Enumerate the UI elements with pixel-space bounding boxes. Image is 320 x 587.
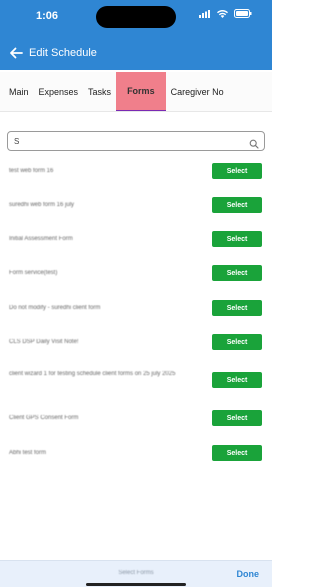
home-indicator bbox=[86, 583, 186, 586]
select-button[interactable]: Select bbox=[212, 265, 262, 281]
nav-bar: Edit Schedule bbox=[0, 40, 272, 66]
form-name: CLS DSP Daily Visit Note! bbox=[9, 339, 79, 345]
select-button[interactable]: Select bbox=[212, 163, 262, 179]
select-button[interactable]: Select bbox=[212, 372, 262, 388]
select-button[interactable]: Select bbox=[212, 197, 262, 213]
battery-icon bbox=[234, 9, 252, 18]
form-name: Do not modify - suredhi client form bbox=[9, 305, 101, 311]
tab-bar: Main Expenses Tasks Forms Caregiver No bbox=[0, 72, 272, 112]
form-name: suredhi web form 16 july bbox=[9, 202, 75, 208]
tab-forms[interactable]: Forms bbox=[116, 72, 166, 111]
select-button[interactable]: Select bbox=[212, 334, 262, 350]
app-header: 1:06 Edit Schedule bbox=[0, 0, 272, 70]
form-name: test web form 16 bbox=[9, 168, 54, 174]
status-icons bbox=[199, 9, 252, 18]
select-button[interactable]: Select bbox=[212, 300, 262, 316]
select-button[interactable]: Select bbox=[212, 445, 262, 461]
search-value: S bbox=[14, 136, 20, 146]
page-title: Edit Schedule bbox=[29, 47, 97, 59]
form-name: Client GPS Consent Form bbox=[9, 415, 79, 421]
tab-caregiver-notes[interactable]: Caregiver No bbox=[166, 72, 229, 111]
wifi-icon bbox=[217, 9, 228, 18]
form-name: Form service(test) bbox=[9, 270, 58, 276]
form-name: Initial Assessment Form bbox=[9, 236, 73, 242]
tab-tasks[interactable]: Tasks bbox=[83, 72, 116, 111]
phone-screen: 1:06 Edit Schedule Main Expenses Tasks F… bbox=[0, 0, 272, 587]
status-time: 1:06 bbox=[36, 10, 59, 22]
toolbar-caption: Select Forms bbox=[118, 570, 154, 576]
back-arrow-icon[interactable] bbox=[9, 46, 23, 60]
form-name: client wizard 1 for testing schedule cli… bbox=[9, 371, 176, 377]
search-icon bbox=[249, 136, 259, 149]
form-name: Abhi test form bbox=[9, 450, 47, 456]
search-input[interactable]: S bbox=[7, 131, 265, 151]
bottom-toolbar: Select Forms Done bbox=[0, 560, 272, 587]
tab-main[interactable]: Main bbox=[0, 72, 34, 111]
select-button[interactable]: Select bbox=[212, 231, 262, 247]
select-button[interactable]: Select bbox=[212, 410, 262, 426]
done-button[interactable]: Done bbox=[237, 569, 260, 579]
signal-icon bbox=[199, 9, 211, 18]
tab-expenses[interactable]: Expenses bbox=[34, 72, 84, 111]
dynamic-island bbox=[96, 6, 176, 28]
